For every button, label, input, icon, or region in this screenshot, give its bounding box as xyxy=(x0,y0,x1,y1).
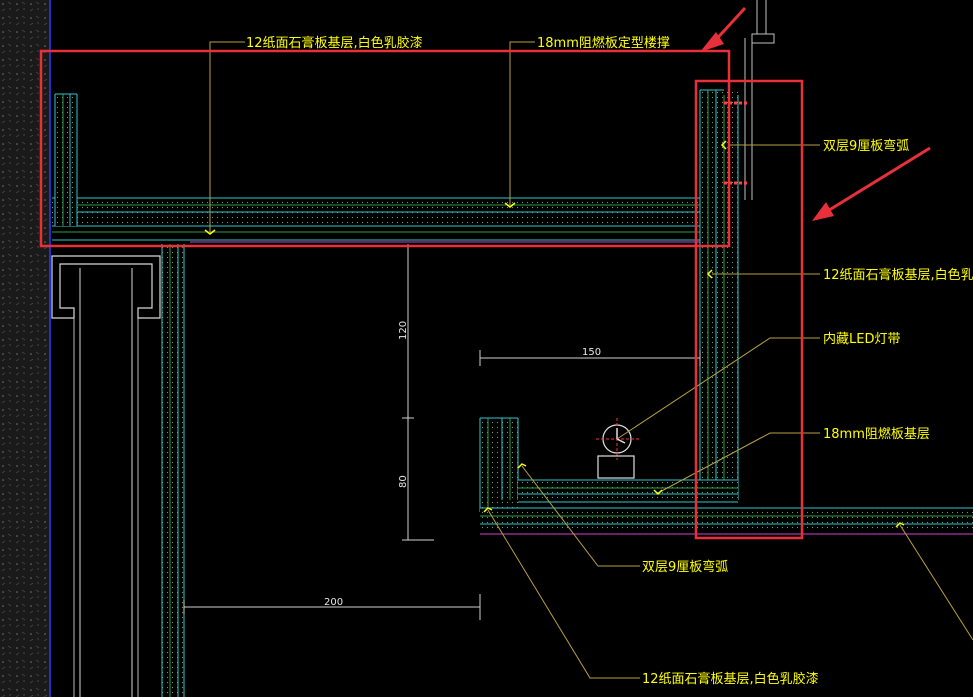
ceiling-board-top xyxy=(52,197,728,243)
label-top-left-finish: 12纸面石膏板基层,白色乳胶漆 xyxy=(246,35,423,51)
label-top-fireproof-board: 18mm阻燃板定型楼撑 xyxy=(537,35,670,51)
red-arrow-icon-right xyxy=(812,146,931,221)
right-vertical-board xyxy=(699,89,739,502)
drop-wall xyxy=(161,244,185,697)
dimension-200: 200 xyxy=(324,597,343,608)
dimension-lines xyxy=(183,244,701,620)
label-right-double-layer: 双层9厘板弯弧 xyxy=(823,138,909,154)
label-led-strip: 内藏LED灯带 xyxy=(823,331,900,347)
left-vertical-board xyxy=(54,93,78,226)
label-bottom-finish: 12纸面石膏板基层,白色乳胶漆 xyxy=(642,671,819,687)
cad-section-drawing: 120 80 150 200 12纸面石膏板基层,白色乳胶漆 18mm阻燃板定型… xyxy=(0,0,973,697)
red-arrow-icon-top xyxy=(700,6,747,52)
dimension-120: 120 xyxy=(398,321,409,340)
highlight-boxes xyxy=(39,49,804,540)
label-fireproof-base: 18mm阻燃板基层 xyxy=(823,426,930,442)
led-light-icon xyxy=(596,418,640,479)
leader-lines xyxy=(209,41,973,679)
concrete-wall xyxy=(0,0,51,697)
hanger-rod xyxy=(744,0,775,200)
label-bottom-double-layer: 双层9厘板弯弧 xyxy=(642,559,728,575)
label-right-finish: 12纸面石膏板基层,白色乳胶漆 xyxy=(823,267,973,283)
steel-track-profile xyxy=(51,255,161,697)
dimension-150: 150 xyxy=(582,347,601,358)
dimension-80: 80 xyxy=(398,475,409,488)
